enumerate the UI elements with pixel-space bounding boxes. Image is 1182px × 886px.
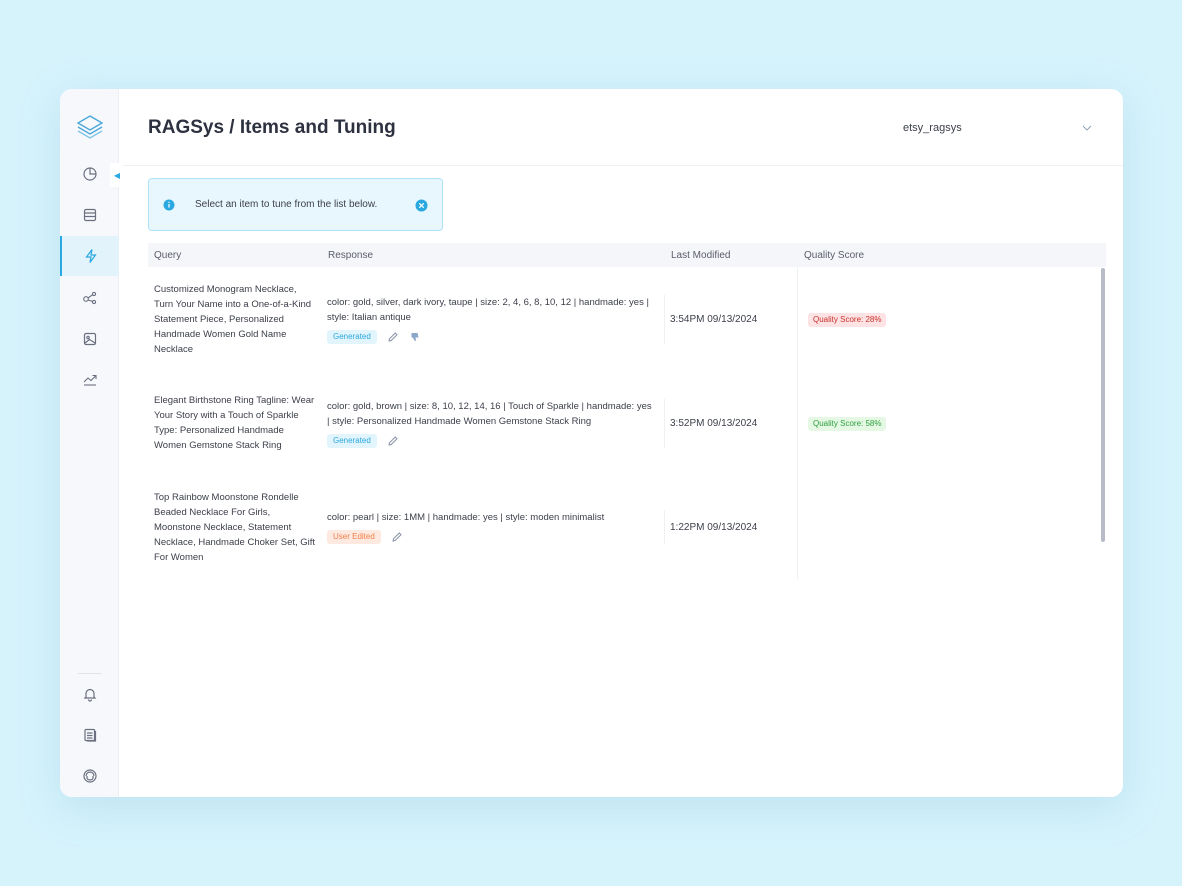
nodes-icon[interactable] xyxy=(60,278,119,318)
table-row[interactable]: Elegant Birthstone Ring Tagline: Wear Yo… xyxy=(148,371,1106,475)
query-cell: Customized Monogram Necklace, Turn Your … xyxy=(154,283,312,355)
pencil-icon[interactable] xyxy=(391,531,403,543)
workspace-select[interactable]: etsy_ragsys xyxy=(903,114,1093,142)
table-row[interactable]: Customized Monogram Necklace, Turn Your … xyxy=(148,267,1106,371)
documents-icon[interactable] xyxy=(60,715,119,755)
column-header-query[interactable]: Query xyxy=(148,250,322,261)
response-text: color: gold, brown | size: 8, 10, 12, 14… xyxy=(327,400,652,427)
response-cell: color: gold, brown | size: 8, 10, 12, 14… xyxy=(322,398,665,448)
response-cell: color: pearl | size: 1MM | handmade: yes… xyxy=(322,510,665,544)
database-icon[interactable] xyxy=(60,195,119,235)
last-modified-cell: 1:22PM 09/13/2024 xyxy=(665,475,798,579)
status-tag: Generated xyxy=(327,433,377,448)
layers-logo-icon[interactable] xyxy=(60,107,119,147)
last-modified-cell: 3:54PM 09/13/2024 xyxy=(665,267,798,371)
quality-score-badge: Quality Score: 28% xyxy=(808,312,887,327)
header: RAGSys / Items and Tuning etsy_ragsys xyxy=(119,89,1123,166)
collapse-sidebar-button[interactable]: ◀ xyxy=(110,163,124,187)
thumbs-down-icon[interactable] xyxy=(409,331,421,343)
quality-score-cell: Quality Score: 28% xyxy=(798,312,1098,327)
info-alert: Select an item to tune from the list bel… xyxy=(148,178,443,231)
response-text: color: gold, silver, dark ivory, taupe |… xyxy=(327,296,649,323)
quality-score-cell: Quality Score: 58% xyxy=(798,416,1098,431)
status-tag: Generated xyxy=(327,329,377,344)
response-text: color: pearl | size: 1MM | handmade: yes… xyxy=(327,512,605,523)
alert-text: Select an item to tune from the list bel… xyxy=(195,199,378,210)
query-cell: Top Rainbow Moonstone Rondelle Beaded Ne… xyxy=(154,491,316,563)
app-window: ◀ RAGSys / Items and Tuning etsy_ragsys … xyxy=(60,89,1123,797)
chevron-down-icon xyxy=(1082,125,1092,131)
page-title: RAGSys / Items and Tuning xyxy=(148,117,396,138)
query-cell: Elegant Birthstone Ring Tagline: Wear Yo… xyxy=(154,395,315,451)
bell-icon[interactable] xyxy=(60,674,119,714)
table-row[interactable]: Top Rainbow Moonstone Rondelle Beaded Ne… xyxy=(148,475,1106,579)
info-icon xyxy=(163,199,175,210)
column-header-response[interactable]: Response xyxy=(322,250,665,261)
chevron-left-icon: ◀ xyxy=(113,170,121,180)
close-icon[interactable] xyxy=(415,199,428,212)
column-header-quality-score[interactable]: Quality Score xyxy=(798,250,1098,261)
items-table: Query Response Last Modified Quality Sco… xyxy=(148,243,1106,579)
image-icon[interactable] xyxy=(60,319,119,359)
column-header-last-modified[interactable]: Last Modified xyxy=(665,250,798,261)
table-header: Query Response Last Modified Quality Sco… xyxy=(148,243,1106,267)
sidebar xyxy=(60,89,119,797)
status-tag: User Edited xyxy=(327,530,381,544)
workspace-select-value: etsy_ragsys xyxy=(903,122,962,134)
pencil-icon[interactable] xyxy=(387,435,399,447)
lightning-icon[interactable] xyxy=(60,236,119,276)
response-cell: color: gold, silver, dark ivory, taupe |… xyxy=(322,294,665,344)
last-modified-cell: 3:52PM 09/13/2024 xyxy=(665,371,798,475)
scrollbar[interactable] xyxy=(1101,268,1105,542)
quality-score-badge: Quality Score: 58% xyxy=(808,416,887,431)
pencil-icon[interactable] xyxy=(387,331,399,343)
trend-icon[interactable] xyxy=(60,360,119,400)
support-icon[interactable] xyxy=(60,756,119,796)
